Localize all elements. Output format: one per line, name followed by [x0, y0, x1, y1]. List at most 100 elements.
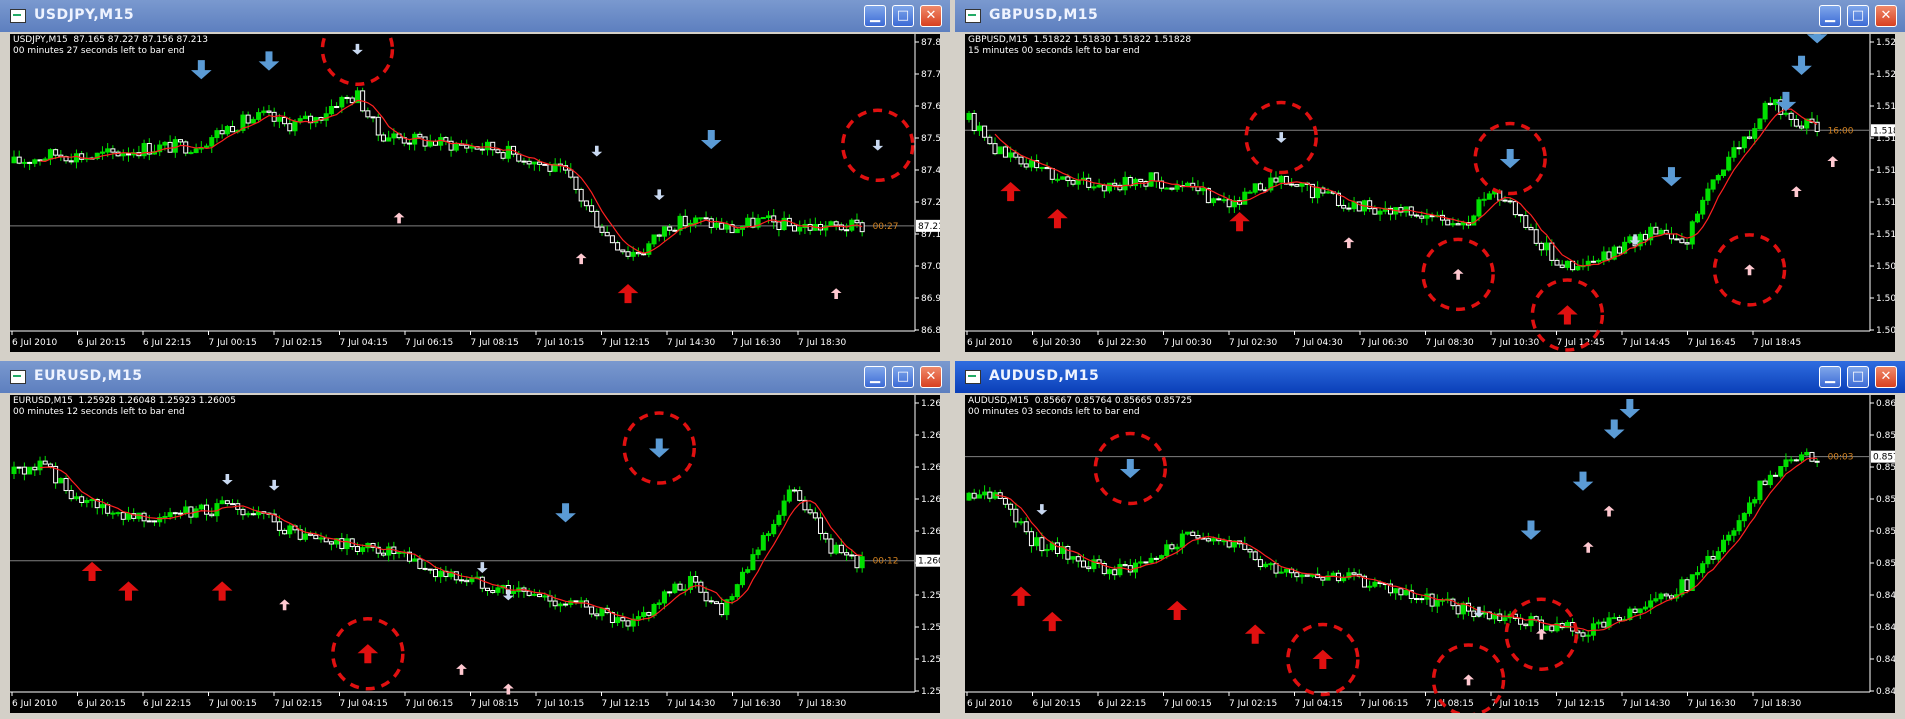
candle-body: [245, 114, 251, 124]
candle-body: [375, 116, 381, 136]
x-tick-label: 7 Jul 16:30: [733, 338, 782, 348]
y-tick-label: 1.52200: [1876, 70, 1895, 80]
candle-body: [807, 509, 813, 514]
candle-body: [1164, 187, 1170, 190]
candle-body: [537, 161, 543, 165]
candle-body: [1257, 559, 1263, 568]
candle-body: [1294, 184, 1300, 187]
candle-body: [1585, 634, 1591, 637]
minimize-button[interactable]: ▁: [1819, 366, 1841, 388]
window-titlebar[interactable]: AUDUSD,M15 ▁ □ ✕: [955, 361, 1905, 393]
candle-body: [818, 517, 824, 534]
candle-body: [1164, 544, 1170, 557]
candle-body: [1616, 246, 1622, 254]
candle-body: [1185, 531, 1191, 535]
candle-body: [1054, 542, 1060, 554]
candle-body: [542, 163, 548, 166]
candle-body: [1804, 451, 1810, 456]
candle-body: [1429, 593, 1435, 607]
candle-body: [1018, 521, 1024, 524]
x-tick-label: 7 Jul 10:15: [536, 699, 584, 709]
candle-body: [172, 512, 178, 515]
candle-body: [250, 118, 256, 124]
x-tick-label: 6 Jul 2010: [12, 699, 57, 709]
candle-body: [1013, 152, 1019, 158]
candle-body: [766, 533, 772, 536]
candle-body: [1252, 183, 1258, 193]
candle-body: [1351, 572, 1357, 575]
buy-signal-arrow: [81, 561, 103, 581]
minimize-button[interactable]: ▁: [1819, 5, 1841, 27]
chart-window-icon: [965, 9, 981, 23]
candle-body: [1127, 565, 1133, 573]
x-tick-label: 7 Jul 00:15: [209, 338, 257, 348]
window-titlebar[interactable]: USDJPY,M15 ▁ □ ✕: [0, 0, 950, 32]
candle-body: [485, 587, 491, 592]
sell-signal-arrow: [700, 129, 722, 150]
price-chart[interactable]: 1.524151.522001.519901.517751.515651.513…: [965, 34, 1895, 352]
y-tick-label: 86.965: [921, 294, 940, 304]
candle-body: [328, 106, 334, 115]
maximize-button[interactable]: □: [892, 366, 914, 388]
maximize-button[interactable]: □: [1847, 5, 1869, 27]
candle-body: [412, 558, 418, 562]
candle-body: [308, 533, 314, 536]
buy-signal-arrow: [1343, 237, 1355, 249]
y-tick-label: 1.50925: [1876, 262, 1895, 272]
candle-body: [47, 149, 53, 160]
candle-body: [1341, 577, 1347, 582]
candle-body: [287, 123, 293, 132]
close-icon: ✕: [925, 8, 937, 23]
candle-body: [266, 110, 272, 113]
price-chart[interactable]: 1.268101.266451.264851.263201.261551.259…: [10, 395, 940, 713]
candle-body: [224, 126, 230, 135]
y-tick-label: 87.845: [921, 38, 940, 48]
ohlc-readout: AUDUSD,M15 0.85667 0.85764 0.85665 0.857…: [968, 396, 1193, 406]
price-chart[interactable]: 0.86065 0.85865 0.85660 0.85455 0.85250 0.850…: [965, 395, 1895, 713]
x-tick-label: 7 Jul 06:15: [1360, 699, 1408, 709]
candle-body: [992, 143, 998, 155]
candle-body: [1221, 540, 1227, 543]
sell-signal-arrow: [1520, 520, 1542, 540]
candle-body: [630, 251, 636, 257]
candle-body: [966, 492, 972, 501]
current-price-label: 1.26005: [916, 554, 940, 567]
maximize-button[interactable]: □: [1847, 366, 1869, 388]
candle-body: [1148, 557, 1154, 563]
candle-body: [1367, 200, 1373, 210]
candle-body: [1122, 564, 1128, 567]
price-chart[interactable]: 87.84587.73587.62587.51587.40587.29587.1…: [10, 34, 940, 352]
window-titlebar[interactable]: GBPUSD,M15 ▁ □ ✕: [955, 0, 1905, 32]
x-tick-label: 6 Jul 22:30: [1098, 338, 1147, 348]
candle-body: [1747, 502, 1753, 514]
candle-body: [661, 226, 667, 237]
buy-signal-arrow: [279, 599, 290, 611]
candle-body: [807, 223, 813, 231]
candle-body: [1138, 561, 1144, 564]
x-tick-label: 7 Jul 12:15: [1557, 699, 1605, 709]
candle-body: [1060, 176, 1066, 180]
candle-body: [1466, 602, 1472, 612]
candle-body: [849, 554, 855, 557]
minimize-button[interactable]: ▁: [864, 366, 886, 388]
x-tick-label: 7 Jul 06:15: [405, 338, 453, 348]
window-titlebar[interactable]: EURUSD,M15 ▁ □ ✕: [0, 361, 950, 393]
candle-body: [110, 148, 116, 153]
buy-signal-arrow: [1166, 600, 1188, 621]
buy-signal-arrow: [1557, 305, 1578, 325]
candle-body: [844, 552, 850, 556]
close-button[interactable]: ✕: [920, 5, 942, 27]
candle-body: [589, 205, 595, 212]
close-button[interactable]: ✕: [920, 366, 942, 388]
minimize-button[interactable]: ▁: [864, 5, 886, 27]
chart-header: GBPUSD,M15 1.51822 1.51830 1.51822 1.518…: [968, 35, 1191, 57]
buy-signal-arrow: [1582, 541, 1594, 553]
close-button[interactable]: ✕: [1875, 366, 1897, 388]
maximize-button[interactable]: □: [892, 5, 914, 27]
close-button[interactable]: ✕: [1875, 5, 1897, 27]
countdown-label: 00:27: [873, 222, 899, 232]
candle-body: [500, 152, 506, 159]
x-tick-label: 7 Jul 08:15: [1426, 699, 1474, 709]
candle-body: [406, 142, 412, 145]
candle-body: [318, 537, 324, 540]
